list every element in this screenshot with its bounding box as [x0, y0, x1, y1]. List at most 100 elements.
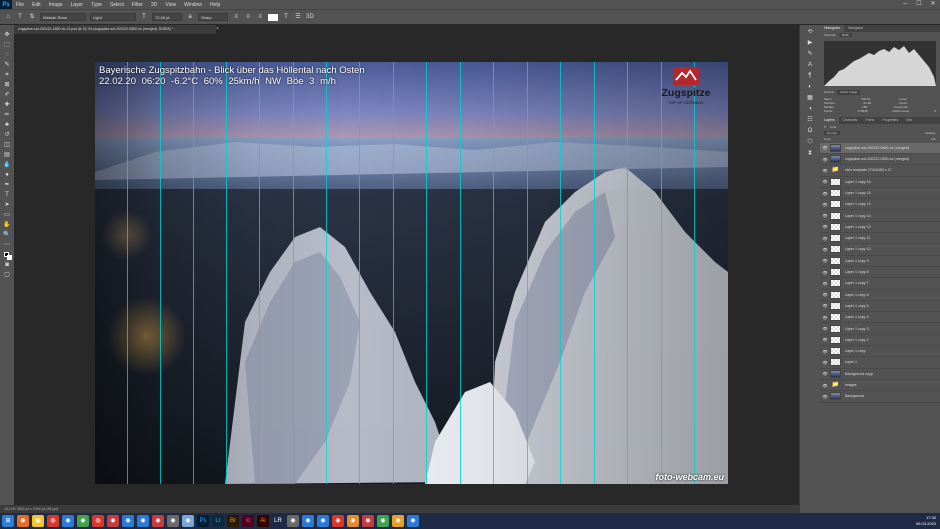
layer-row[interactable]: 👁 Layer 1 copy 12 — [820, 222, 940, 234]
opacity-label[interactable]: Opacity: — [925, 131, 936, 135]
document-image[interactable]: Bayerische Zugspitzbahn - Blick über das… — [95, 62, 728, 484]
layer-kind-select[interactable]: Kind — [830, 125, 836, 129]
menu-filter[interactable]: Filter — [128, 2, 147, 8]
visibility-eye-icon[interactable]: 👁 — [820, 191, 830, 196]
layer-row[interactable]: 👁 zugspitze-sot-200222-0550-hc (merged) — [820, 154, 940, 166]
align-center-icon[interactable]: ≡ — [244, 13, 252, 21]
menu-select[interactable]: Select — [106, 2, 128, 8]
antialias-select[interactable]: Sharp — [198, 13, 228, 21]
align-left-icon[interactable]: ≡ — [232, 13, 240, 21]
taskbar-app-icon[interactable]: ◉ — [287, 515, 299, 527]
layer-row[interactable]: 👁 Layer 1 copy 4 — [820, 312, 940, 324]
visibility-eye-icon[interactable]: 👁 — [820, 349, 830, 354]
character-panel-icon[interactable]: A — [806, 61, 815, 69]
brush-tool-icon[interactable]: ✏ — [3, 111, 12, 119]
layer-row[interactable]: 👁 zugspitze-sot-200222-0600-hc (merged) — [820, 142, 940, 154]
menu-help[interactable]: Help — [206, 2, 224, 8]
visibility-eye-icon[interactable]: 👁 — [820, 157, 830, 162]
layer-row[interactable]: 👁 Background copy — [820, 369, 940, 380]
document-tab[interactable]: zugspitze-sot-200222-1890-hc-01.psd @ 15… — [14, 25, 216, 34]
marquee-tool-icon[interactable]: ⬚ — [3, 41, 12, 49]
menu-file[interactable]: File — [12, 2, 28, 8]
play-action-icon[interactable]: ▶ — [806, 39, 815, 47]
system-clock[interactable]: 17:30 06.03.2020 — [916, 513, 936, 529]
visibility-eye-icon[interactable]: 👁 — [820, 145, 830, 150]
more-tools-icon[interactable]: ⋯ — [3, 241, 12, 249]
type-tool-icon[interactable]: T — [16, 13, 24, 21]
healing-brush-tool-icon[interactable]: ✚ — [3, 101, 12, 109]
layer-row[interactable]: 👁 Layer 1 copy 8 — [820, 267, 940, 279]
character-panel-icon[interactable]: ☰ — [294, 13, 302, 21]
lock-label[interactable]: Lock: — [824, 137, 831, 141]
warp-text-icon[interactable]: T — [282, 13, 290, 21]
visibility-eye-icon[interactable]: 👁 — [820, 315, 830, 320]
illustrator-app-icon[interactable]: Ai — [257, 515, 269, 527]
zoom-tool-icon[interactable]: 🔍 — [3, 231, 12, 239]
minimize-button[interactable]: – — [898, 0, 912, 9]
channel-select[interactable]: RGB — [839, 33, 852, 38]
photoshop-app-icon[interactable]: Ps — [197, 515, 209, 527]
tab-info[interactable]: Info — [902, 117, 916, 124]
taskbar-app-icon[interactable]: ◉ — [332, 515, 344, 527]
taskbar-app-icon[interactable]: ◉ — [182, 515, 194, 527]
chrome-icon[interactable]: ◍ — [92, 515, 104, 527]
timeline-panel-icon[interactable]: ⧗ — [806, 149, 815, 157]
move-tool-icon[interactable]: ✥ — [3, 31, 12, 39]
layer-row[interactable]: 👁 Layer 1 copy 6 — [820, 290, 940, 301]
layer-row[interactable]: 👁 Layer 1 copy 7 — [820, 278, 940, 290]
visibility-eye-icon[interactable]: 👁 — [820, 202, 830, 207]
layer-row[interactable]: 👁 Layer 1 copy 11 — [820, 233, 940, 245]
tab-properties[interactable]: Properties — [878, 117, 902, 124]
tab-paths[interactable]: Paths — [861, 117, 878, 124]
adjustments-panel-icon[interactable]: ◑ — [806, 105, 815, 113]
fill-label[interactable]: Fill: — [931, 137, 936, 141]
3d-panel-icon[interactable]: ⬡ — [806, 138, 815, 146]
home-icon[interactable]: ⌂ — [4, 13, 12, 21]
eyedropper-tool-icon[interactable]: ✐ — [3, 91, 12, 99]
font-family-select[interactable]: Weblab Raus — [40, 13, 86, 21]
text-color-swatch[interactable] — [268, 13, 278, 21]
search-icon[interactable]: ⚲ — [824, 125, 826, 129]
3d-icon[interactable]: 3D — [306, 13, 314, 21]
visibility-eye-icon[interactable]: 👁 — [820, 224, 830, 229]
close-button[interactable]: ✕ — [926, 0, 940, 9]
visibility-eye-icon[interactable]: 👁 — [820, 213, 830, 218]
brush-settings-icon[interactable]: ✎ — [806, 50, 815, 58]
font-size-select[interactable]: 72,46 pt — [152, 13, 182, 21]
tab-channels[interactable]: Channels — [839, 117, 862, 124]
visibility-eye-icon[interactable]: 👁 — [820, 258, 830, 263]
visibility-eye-icon[interactable]: 👁 — [820, 292, 830, 297]
taskbar-app-icon[interactable]: ◉ — [167, 515, 179, 527]
visibility-eye-icon[interactable]: 👁 — [820, 371, 830, 376]
taskbar-app-icon[interactable]: ◉ — [362, 515, 374, 527]
layer-row[interactable]: 👁 Layer 1 copy 2 — [820, 335, 940, 347]
history-panel-icon[interactable]: ⟲ — [806, 28, 815, 36]
hand-tool-icon[interactable]: ✋ — [3, 221, 12, 229]
bridge-app-icon[interactable]: Br — [227, 515, 239, 527]
blur-tool-icon[interactable]: 💧 — [3, 161, 12, 169]
menu-type[interactable]: Type — [87, 2, 106, 8]
layer-row[interactable]: 👁 📁 slice template 273x3450 x 17 — [820, 165, 940, 177]
frame-tool-icon[interactable]: ⊠ — [3, 81, 12, 89]
layer-row[interactable]: 👁 Layer 1 copy 5 — [820, 301, 940, 313]
taskbar-app-icon[interactable]: ◉ — [77, 515, 89, 527]
layer-row[interactable]: 👁 Layer 1 copy 13 — [820, 210, 940, 222]
quick-mask-icon[interactable]: ◙ — [3, 261, 12, 269]
maximize-button[interactable]: ☐ — [912, 0, 926, 9]
lasso-tool-icon[interactable]: ◌ — [3, 51, 12, 59]
visibility-eye-icon[interactable]: 👁 — [820, 179, 830, 184]
visibility-eye-icon[interactable]: 👁 — [820, 270, 830, 275]
crop-tool-icon[interactable]: ⌗ — [3, 71, 12, 79]
taskbar-app-icon[interactable]: ◉ — [377, 515, 389, 527]
paragraph-panel-icon[interactable]: ¶ — [806, 72, 815, 80]
taskbar-app-icon[interactable]: ◉ — [347, 515, 359, 527]
tab-histogram[interactable]: Histogram — [820, 25, 844, 32]
blend-mode-select[interactable]: Normal — [824, 131, 840, 136]
layer-row[interactable]: 👁 Background — [820, 391, 940, 403]
tab-navigator[interactable]: Navigator — [844, 25, 867, 32]
menu-edit[interactable]: Edit — [28, 2, 45, 8]
gradient-tool-icon[interactable]: ▤ — [3, 151, 12, 159]
lightroom-app-icon[interactable]: Lr — [212, 515, 224, 527]
menu-window[interactable]: Window — [180, 2, 206, 8]
pen-tool-icon[interactable]: ✒ — [3, 181, 12, 189]
